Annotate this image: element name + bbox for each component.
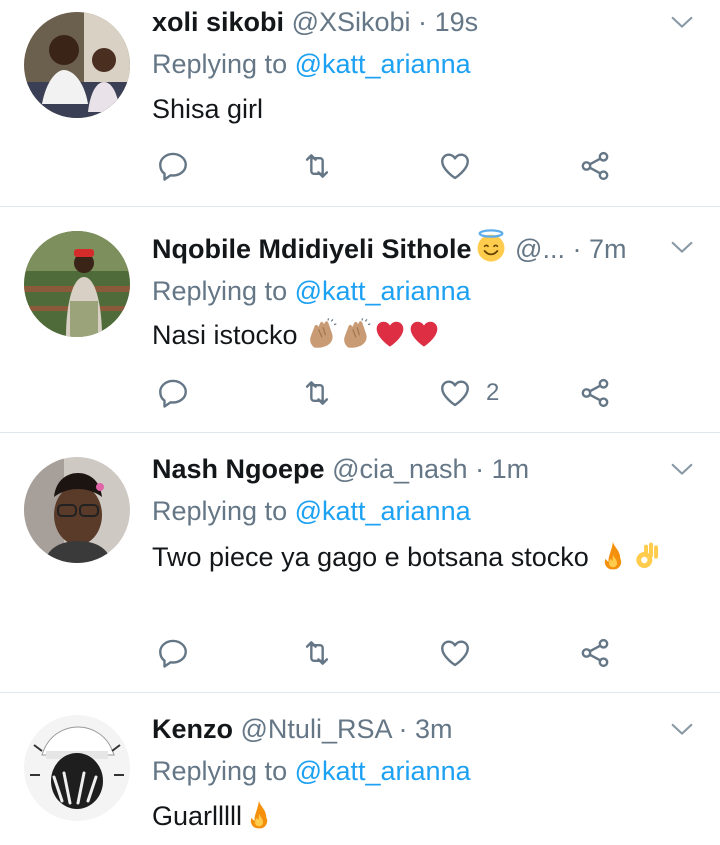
tweet-text: Nasi istocko xyxy=(152,314,692,356)
mention-link[interactable]: @katt_arianna xyxy=(295,756,471,786)
timestamp[interactable]: 1m xyxy=(492,454,530,484)
share-button[interactable] xyxy=(578,146,612,186)
like-button[interactable] xyxy=(438,633,486,673)
clapping-hands-emoji xyxy=(340,318,372,350)
share-icon xyxy=(578,376,612,410)
share-icon xyxy=(578,149,612,183)
tweet-actions xyxy=(152,633,632,673)
separator-dot: · xyxy=(572,234,582,264)
reply-button[interactable] xyxy=(156,146,190,186)
reply-button[interactable] xyxy=(156,373,190,413)
reply-icon xyxy=(156,149,190,183)
timestamp[interactable]: 3m xyxy=(415,714,453,744)
replying-to-label: Replying to xyxy=(152,496,295,526)
replying-to: Replying to @katt_arianna xyxy=(152,46,471,82)
username[interactable]: @XSikobi xyxy=(292,7,411,37)
avatar[interactable] xyxy=(24,715,130,821)
heart-icon xyxy=(438,376,472,410)
separator-dot: · xyxy=(475,454,485,484)
tweet-header: Kenzo @Ntuli_RSA · 3m xyxy=(152,711,660,747)
smiling-halo-emoji xyxy=(474,229,508,263)
tweet-actions: 2 xyxy=(152,373,632,413)
replying-to: Replying to @katt_arianna xyxy=(152,753,471,789)
tweet-text: Guarlllll xyxy=(152,795,692,837)
mention-link[interactable]: @katt_arianna xyxy=(295,276,471,306)
reply-icon xyxy=(156,636,190,670)
tweet[interactable]: Kenzo @Ntuli_RSA · 3m Replying to @katt_… xyxy=(0,693,720,845)
tweet-text-content: Shisa girl xyxy=(152,94,264,124)
chevron-down-icon[interactable] xyxy=(668,8,696,36)
tweet-header: Nash Ngoepe @cia_nash · 1m xyxy=(152,451,660,487)
tweet-text: Two piece ya gago e botsana stocko xyxy=(152,536,692,578)
display-name[interactable]: xoli sikobi xyxy=(152,7,284,37)
separator-dot: · xyxy=(398,714,408,744)
tweet[interactable]: Nash Ngoepe @cia_nash · 1m Replying to @… xyxy=(0,433,720,693)
fire-emoji xyxy=(597,540,629,572)
tweet[interactable]: xoli sikobi @XSikobi · 19s Replying to @… xyxy=(0,0,720,207)
share-button[interactable] xyxy=(578,633,612,673)
like-button[interactable]: 2 xyxy=(438,373,499,413)
like-count: 2 xyxy=(486,379,500,406)
red-heart-emoji xyxy=(374,318,406,350)
replying-to-label: Replying to xyxy=(152,49,295,79)
reply-icon xyxy=(156,376,190,410)
replying-to: Replying to @katt_arianna xyxy=(152,493,471,529)
tweet-text-content: Guarlllll xyxy=(152,801,243,831)
retweet-icon xyxy=(300,636,334,670)
tweet-actions xyxy=(152,146,632,186)
username[interactable]: @... xyxy=(515,234,565,264)
retweet-button[interactable] xyxy=(300,373,334,413)
share-icon xyxy=(578,636,612,670)
replying-to-label: Replying to xyxy=(152,276,295,306)
like-button[interactable] xyxy=(438,146,486,186)
timestamp[interactable]: 19s xyxy=(435,7,479,37)
chevron-down-icon[interactable] xyxy=(668,455,696,483)
clapping-hands-emoji xyxy=(306,318,338,350)
display-name[interactable]: Nash Ngoepe xyxy=(152,454,325,484)
username[interactable]: @Ntuli_RSA xyxy=(241,714,391,744)
tweet-text-content: Nasi istocko xyxy=(152,320,306,350)
reply-button[interactable] xyxy=(156,633,190,673)
tweet-text-content: Two piece ya gago e botsana stocko xyxy=(152,542,597,572)
retweet-icon xyxy=(300,149,334,183)
red-heart-emoji xyxy=(408,318,440,350)
mention-link[interactable]: @katt_arianna xyxy=(295,496,471,526)
chevron-down-icon[interactable] xyxy=(668,233,696,261)
share-button[interactable] xyxy=(578,373,612,413)
ok-hand-emoji xyxy=(631,540,663,572)
tweet-text: Shisa girl xyxy=(152,88,692,130)
separator-dot: · xyxy=(418,7,428,37)
mention-link[interactable]: @katt_arianna xyxy=(295,49,471,79)
display-name[interactable]: Nqobile Mdidiyeli Sithole xyxy=(152,234,472,264)
fire-emoji xyxy=(243,799,275,831)
display-name[interactable]: Kenzo xyxy=(152,714,233,744)
retweet-button[interactable] xyxy=(300,146,334,186)
avatar[interactable] xyxy=(24,231,130,337)
tweet-header: xoli sikobi @XSikobi · 19s xyxy=(152,4,660,40)
timestamp[interactable]: 7m xyxy=(589,234,627,264)
avatar[interactable] xyxy=(24,457,130,563)
chevron-down-icon[interactable] xyxy=(668,715,696,743)
replying-to-label: Replying to xyxy=(152,756,295,786)
retweet-button[interactable] xyxy=(300,633,334,673)
avatar[interactable] xyxy=(24,12,130,118)
tweet[interactable]: Nqobile Mdidiyeli Sithole @... · 7m Repl… xyxy=(0,207,720,433)
heart-icon xyxy=(438,149,472,183)
username[interactable]: @cia_nash xyxy=(332,454,468,484)
retweet-icon xyxy=(300,376,334,410)
heart-icon xyxy=(438,636,472,670)
tweet-header: Nqobile Mdidiyeli Sithole @... · 7m xyxy=(152,229,660,265)
replying-to: Replying to @katt_arianna xyxy=(152,273,471,309)
